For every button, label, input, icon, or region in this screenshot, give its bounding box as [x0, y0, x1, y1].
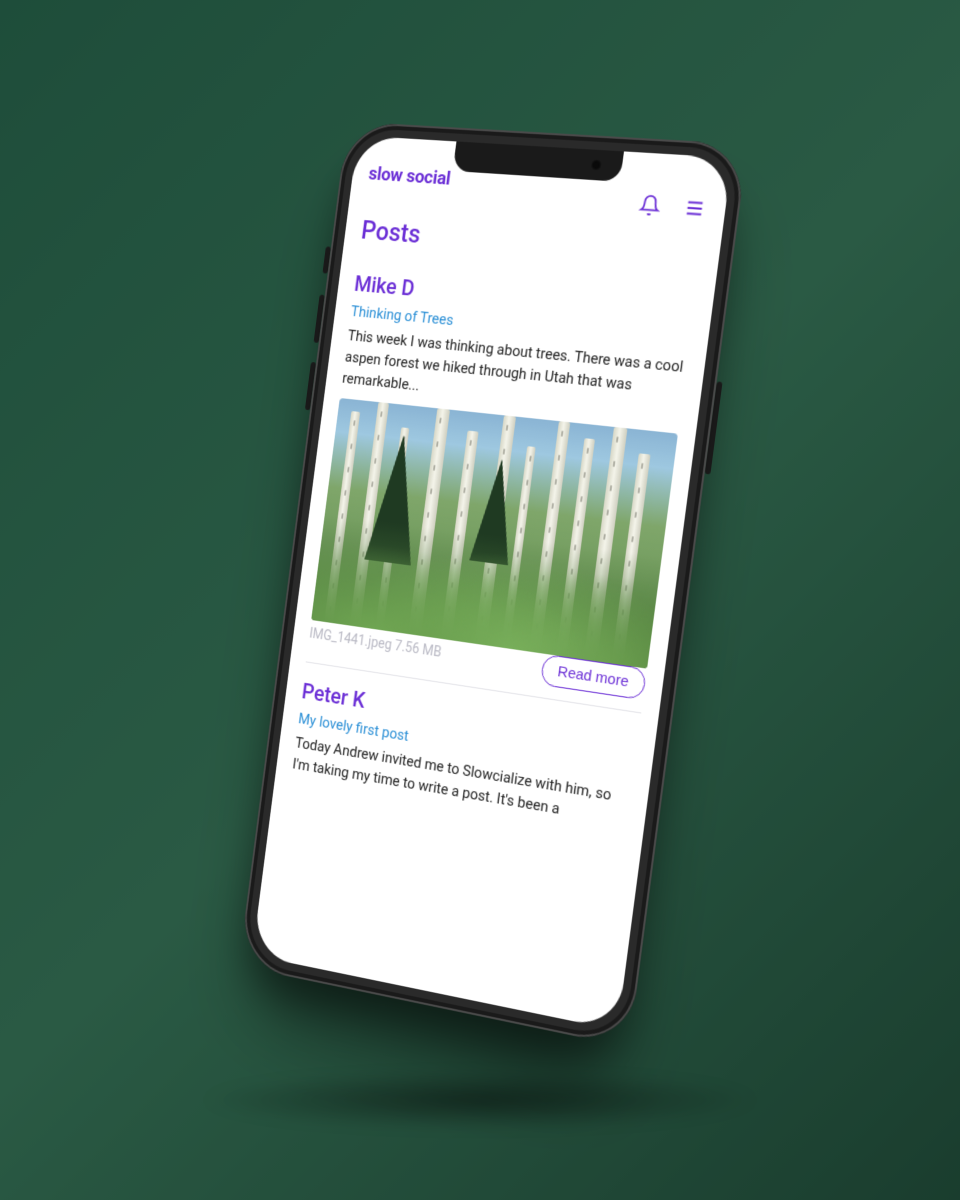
phone-shadow: [200, 1070, 760, 1130]
brand-title: slow social: [367, 161, 451, 189]
page-title: Posts: [360, 216, 704, 272]
read-more-button[interactable]: Read more: [540, 654, 647, 701]
menu-icon[interactable]: [680, 194, 709, 222]
image-meta: IMG_1441.jpeg 7.56 MB: [308, 626, 646, 691]
phone-mockup: slow social Posts Mike: [239, 121, 748, 1047]
app-header: slow social: [367, 156, 712, 212]
post-image[interactable]: [311, 398, 678, 669]
post-item: Mike D Thinking of Trees This week I was…: [307, 272, 695, 700]
bell-icon[interactable]: [636, 191, 665, 219]
post-item: Peter K My lovely first post Today Andre…: [291, 680, 638, 832]
